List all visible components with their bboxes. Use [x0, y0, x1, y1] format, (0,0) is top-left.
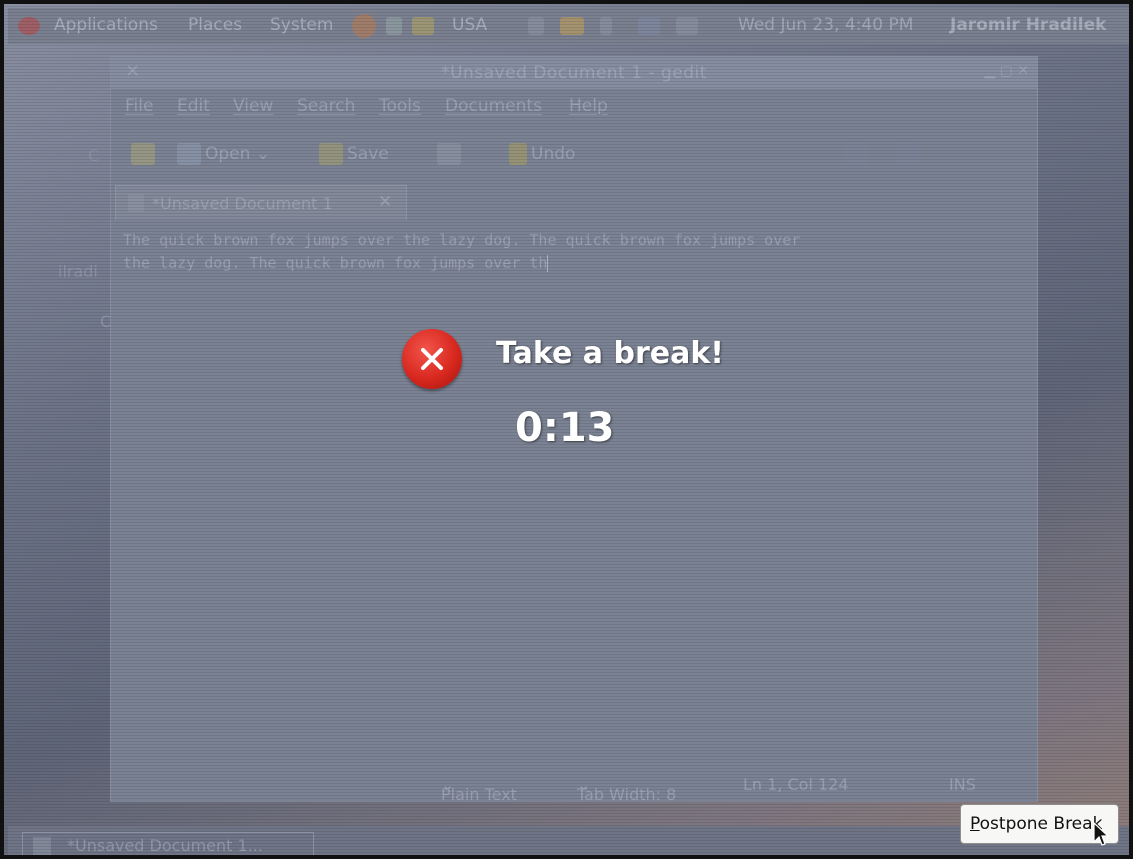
keyboard-layout-indicator[interactable]: USA — [452, 15, 487, 35]
battery-icon[interactable] — [528, 17, 544, 35]
find-button[interactable] — [845, 143, 873, 165]
mail-icon[interactable] — [386, 17, 402, 35]
open-folder-icon — [177, 143, 201, 165]
save-button[interactable]: Save — [319, 143, 389, 165]
editor-line: the lazy dog. The quick brown fox jumps … — [123, 254, 548, 272]
print-button[interactable] — [437, 143, 465, 165]
firefox-icon[interactable] — [352, 14, 376, 38]
gnome-foot-icon — [18, 17, 40, 35]
updates-icon[interactable] — [676, 17, 698, 35]
stop-icon — [402, 329, 462, 389]
notes-icon[interactable] — [412, 17, 434, 35]
text-editor[interactable]: The quick brown fox jumps over the lazy … — [123, 229, 1003, 275]
break-timer: 0:13 — [515, 405, 615, 451]
close-icon — [421, 348, 443, 370]
open-label: Open — [205, 144, 251, 164]
language-label: Plain Text — [441, 785, 517, 804]
applications-menu[interactable]: Applications — [54, 15, 158, 35]
tab-label: *Unsaved Document 1 — [152, 194, 333, 213]
window-controls[interactable]: ▁ ▢ ✕ — [984, 63, 1029, 79]
editor-line: The quick brown fox jumps over the lazy … — [123, 231, 801, 249]
tab-width-label: Tab Width: 8 — [577, 785, 677, 804]
taskbar-button[interactable]: *Unsaved Document 1... — [22, 832, 314, 859]
insert-mode: INS — [949, 775, 976, 794]
taskbar-button-label: *Unsaved Document 1... — [67, 836, 263, 855]
undo-label: Undo — [531, 144, 576, 164]
open-button[interactable]: Open ⌄ — [177, 143, 270, 165]
menu-file[interactable]: File — [125, 96, 153, 116]
replace-button[interactable] — [895, 143, 923, 165]
places-menu[interactable]: Places — [188, 15, 242, 35]
desktop-fragment: C — [88, 146, 100, 165]
menu-help[interactable]: Help — [569, 96, 608, 116]
menubar: File Edit View Search Tools Documents He… — [111, 91, 1037, 119]
postpone-break-label: Postpone Break — [970, 814, 1103, 834]
user-menu[interactable]: Jaromir Hradilek — [950, 15, 1106, 35]
break-title: Take a break! — [496, 336, 724, 371]
text-cursor — [547, 255, 549, 272]
save-label: Save — [347, 144, 389, 164]
top-panel: Applications Places System USA Wed Jun 2… — [8, 8, 1133, 44]
menu-view[interactable]: View — [233, 96, 273, 116]
replace-icon — [895, 143, 919, 165]
cursor-position: Ln 1, Col 124 — [743, 775, 849, 794]
statusbar: Plain Text ⌄ Tab Width: 8 ⌄ Ln 1, Col 12… — [111, 765, 1037, 804]
save-icon — [319, 143, 343, 165]
document-tab[interactable]: *Unsaved Document 1 ✕ — [115, 185, 407, 220]
chevron-down-icon[interactable]: ⌄ — [256, 144, 270, 164]
find-icon — [845, 143, 869, 165]
window-title: *Unsaved Document 1 - gedit — [441, 63, 707, 83]
desktop-fragment: ilradi — [58, 262, 98, 281]
document-icon — [128, 194, 144, 212]
toolbar: Open ⌄ Save Undo — [111, 127, 1037, 181]
menu-documents[interactable]: Documents — [445, 96, 542, 116]
menu-search[interactable]: Search — [297, 96, 355, 116]
window-titlebar[interactable]: ✕ *Unsaved Document 1 - gedit ▁ ▢ ✕ — [111, 57, 1037, 89]
tab-width-selector[interactable]: Tab Width: 8 ⌄ — [577, 775, 676, 804]
menu-edit[interactable]: Edit — [177, 96, 210, 116]
undo-icon — [509, 143, 527, 165]
tab-close-icon[interactable]: ✕ — [378, 192, 392, 212]
volume-icon[interactable] — [600, 17, 612, 35]
new-button[interactable] — [131, 143, 159, 165]
warning-icon[interactable] — [560, 17, 584, 35]
language-selector[interactable]: Plain Text ⌄ — [441, 775, 517, 804]
menu-tools[interactable]: Tools — [379, 96, 421, 116]
print-icon — [437, 143, 461, 165]
new-document-icon — [131, 143, 155, 165]
undo-button[interactable]: Undo — [509, 143, 575, 165]
clock[interactable]: Wed Jun 23, 4:40 PM — [738, 15, 913, 35]
system-menu[interactable]: System — [270, 15, 333, 35]
gedit-app-icon — [33, 837, 51, 855]
mouse-pointer-icon — [1093, 822, 1109, 846]
network-icon[interactable] — [638, 17, 660, 35]
